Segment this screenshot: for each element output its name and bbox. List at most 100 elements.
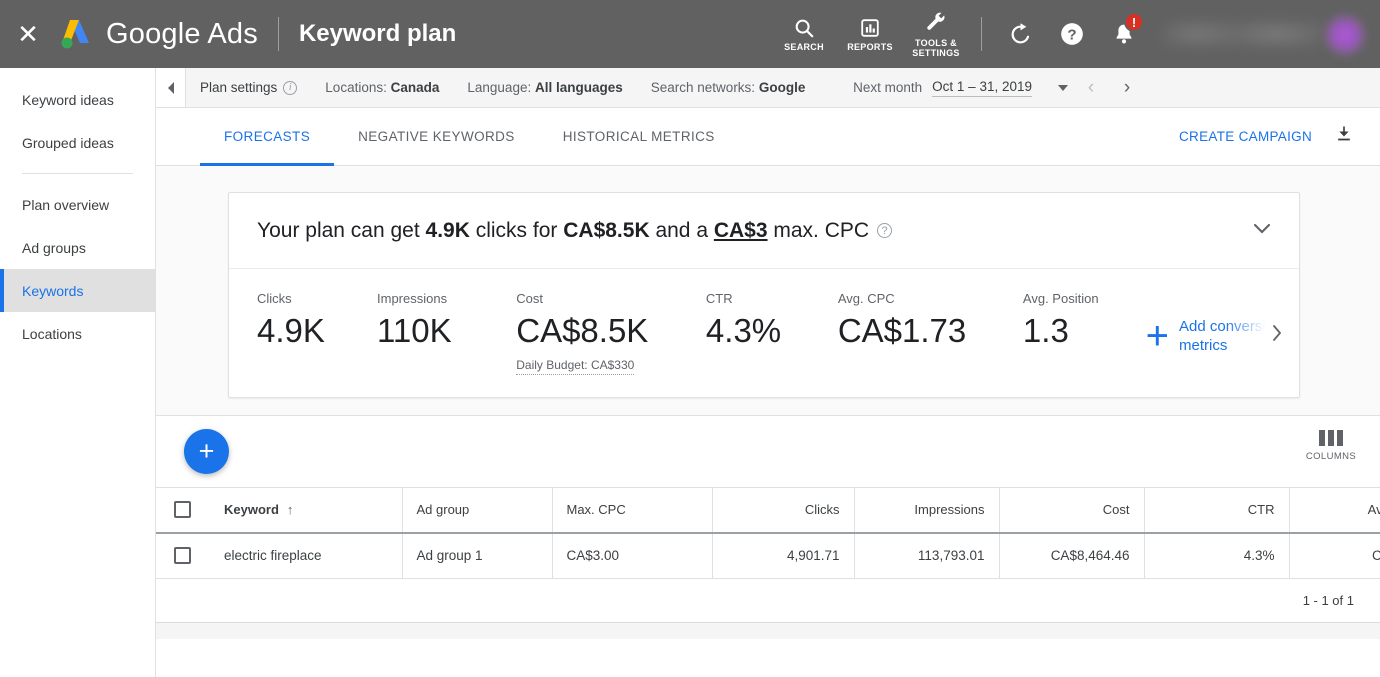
table-row[interactable]: electric fireplace Ad group 1 CA$3.00 4,… <box>156 532 1380 579</box>
sidebar-item-keyword-ideas[interactable]: Keyword ideas <box>0 78 155 121</box>
column-header-label: Clicks <box>804 502 840 518</box>
select-all-checkbox[interactable] <box>174 501 191 519</box>
reports-bar-chart-icon <box>861 18 879 37</box>
columns-label: COLUMNS <box>1305 451 1357 462</box>
headline-clicks: 4.9K <box>425 218 470 242</box>
column-header-label: Ad group <box>416 502 470 518</box>
refresh-button[interactable] <box>994 0 1046 68</box>
keywords-table: Keyword ↑ Ad group Max. CPC Clicks Impres… <box>156 487 1380 579</box>
wrench-icon <box>927 12 945 30</box>
cell-keyword: electric fireplace <box>210 532 403 579</box>
card-collapse-button[interactable] <box>1253 222 1271 240</box>
metric-clicks: Clicks 4.9K <box>257 291 357 350</box>
filter-locations[interactable]: Locations: Canada <box>325 80 439 95</box>
chevron-down-icon[interactable] <box>1058 84 1068 91</box>
tab-label: HISTORICAL METRICS <box>562 129 715 144</box>
column-header-label: Keyword <box>224 502 279 518</box>
reports-label: REPORTS <box>847 41 893 52</box>
tab-historical-metrics[interactable]: HISTORICAL METRICS <box>539 108 739 166</box>
page-title: Keyword plan <box>298 20 457 47</box>
pagination: 1 - 1 of 1 <box>156 579 1380 623</box>
keywords-table-zone: + COLUMNS Keyword ↑ Ad group Max. CPC Cl… <box>156 415 1380 639</box>
download-icon <box>1338 126 1350 141</box>
brand-name: Google Ads <box>106 17 258 50</box>
account-info-redacted[interactable] <box>1150 0 1380 68</box>
row-checkbox[interactable] <box>174 547 191 565</box>
table-header-row: Keyword ↑ Ad group Max. CPC Clicks Impres… <box>156 487 1380 534</box>
sidebar-divider <box>22 173 133 174</box>
metric-label: CTR <box>705 291 733 306</box>
date-range-label: Next month <box>853 80 923 95</box>
tab-negative-keywords[interactable]: NEGATIVE KEYWORDS <box>334 108 539 166</box>
sidebar-item-ad-groups[interactable]: Ad groups <box>0 226 155 269</box>
column-header-label: CTR <box>1247 502 1275 518</box>
headline-part-1: Your plan can get <box>257 218 426 242</box>
scroll-right-button[interactable] <box>1225 269 1299 397</box>
date-range-value[interactable]: Oct 1 – 31, 2019 <box>932 79 1032 97</box>
forecast-card-area: Your plan can get 4.9K clicks for CA$8.5… <box>156 166 1380 415</box>
column-header-clicks[interactable]: Clicks <box>712 487 855 534</box>
metric-cost: Cost CA$8.5K Daily Budget: CA$330 <box>516 291 686 375</box>
column-header-label: Max. CPC <box>566 502 626 518</box>
metric-value: CA$8.5K <box>516 312 649 349</box>
column-header-label: Impressions <box>914 502 985 518</box>
sidebar-item-keywords[interactable]: Keywords <box>0 269 155 312</box>
cell-impressions: 113,793.01 <box>854 532 1000 579</box>
cell-max-cpc[interactable]: CA$3.00 <box>552 532 713 579</box>
forecast-headline-row: Your plan can get 4.9K clicks for CA$8.5… <box>229 193 1299 269</box>
column-header-avg-cpc[interactable]: Avg. CPC <box>1289 487 1380 534</box>
tools-settings-button[interactable]: TOOLS & SETTINGS <box>903 0 969 68</box>
help-circle-icon[interactable]: ? <box>877 223 893 238</box>
headline-part-2: clicks for <box>469 218 564 242</box>
next-period-button[interactable]: › <box>1114 78 1140 97</box>
download-button[interactable] <box>1334 124 1354 149</box>
tab-forecasts[interactable]: FORECASTS <box>200 108 335 166</box>
column-header-max-cpc[interactable]: Max. CPC <box>552 487 713 534</box>
metric-value: CA$1.73 <box>837 312 967 349</box>
column-header-cost[interactable]: Cost <box>999 487 1145 534</box>
metric-impressions: Impressions 110K <box>377 291 496 350</box>
main-content: Plan settings i Locations: Canada Langua… <box>156 68 1380 677</box>
help-button[interactable]: ? <box>1046 0 1098 68</box>
columns-button[interactable]: COLUMNS <box>1300 430 1362 462</box>
collapse-left-button[interactable] <box>156 68 186 107</box>
sidebar-label: Grouped ideas <box>22 134 114 151</box>
headline-max-cpc[interactable]: CA$3 <box>714 219 768 242</box>
sidebar-item-locations[interactable]: Locations <box>0 312 155 355</box>
filter-search-networks[interactable]: Search networks: Google <box>651 80 806 95</box>
column-header-ctr[interactable]: CTR <box>1144 487 1290 534</box>
headline-part-3: and a <box>649 218 714 242</box>
prev-period-button[interactable]: ‹ <box>1078 78 1104 97</box>
metric-avg-cpc: Avg. CPC CA$1.73 <box>838 291 1003 350</box>
table-toolbar: + COLUMNS <box>156 415 1380 487</box>
help-circle-icon: ? <box>1061 23 1083 45</box>
collapse-left-icon <box>167 81 174 94</box>
cell-cost: CA$8,464.46 <box>999 532 1145 579</box>
filter-language-label: Language: <box>467 80 532 95</box>
sidebar-item-grouped-ideas[interactable]: Grouped ideas <box>0 121 155 164</box>
info-icon[interactable]: i <box>283 80 298 95</box>
create-campaign-button[interactable]: CREATE CAMPAIGN <box>1179 129 1312 144</box>
close-button[interactable]: ✕ <box>0 21 56 47</box>
notifications-button[interactable]: ! <box>1098 0 1150 68</box>
sidebar: Keyword ideas Grouped ideas Plan overvie… <box>0 68 156 677</box>
column-header-ad-group[interactable]: Ad group <box>402 487 553 534</box>
search-button[interactable]: SEARCH <box>771 0 837 68</box>
filter-language[interactable]: Language: All languages <box>467 80 622 95</box>
sidebar-item-plan-overview[interactable]: Plan overview <box>0 183 155 226</box>
add-keyword-button[interactable]: + <box>184 429 229 474</box>
table-body: electric fireplace Ad group 1 CA$3.00 4,… <box>156 532 1380 579</box>
reports-button[interactable]: REPORTS <box>837 0 903 68</box>
tab-label: NEGATIVE KEYWORDS <box>358 129 515 144</box>
plan-settings-button[interactable]: Plan settings i <box>200 80 298 95</box>
avatar[interactable] <box>1326 16 1364 54</box>
plan-settings-label: Plan settings <box>200 80 278 95</box>
daily-budget-value[interactable]: Daily Budget: CA$330 <box>516 358 635 375</box>
column-header-keyword[interactable]: Keyword ↑ <box>210 487 403 534</box>
top-app-bar: ✕ Google Ads Keyword plan SEARCH REPORTS… <box>0 0 1380 68</box>
top-bar-actions: SEARCH REPORTS TOOLS & SETTINGS ? ! <box>771 0 1380 68</box>
tab-label: FORECASTS <box>224 129 311 144</box>
column-header-impressions[interactable]: Impressions <box>854 487 1000 534</box>
forecast-metrics-row: Clicks 4.9K Impressions 110K Cost CA$8.5… <box>229 269 1299 397</box>
chevron-right-icon <box>1273 325 1282 341</box>
